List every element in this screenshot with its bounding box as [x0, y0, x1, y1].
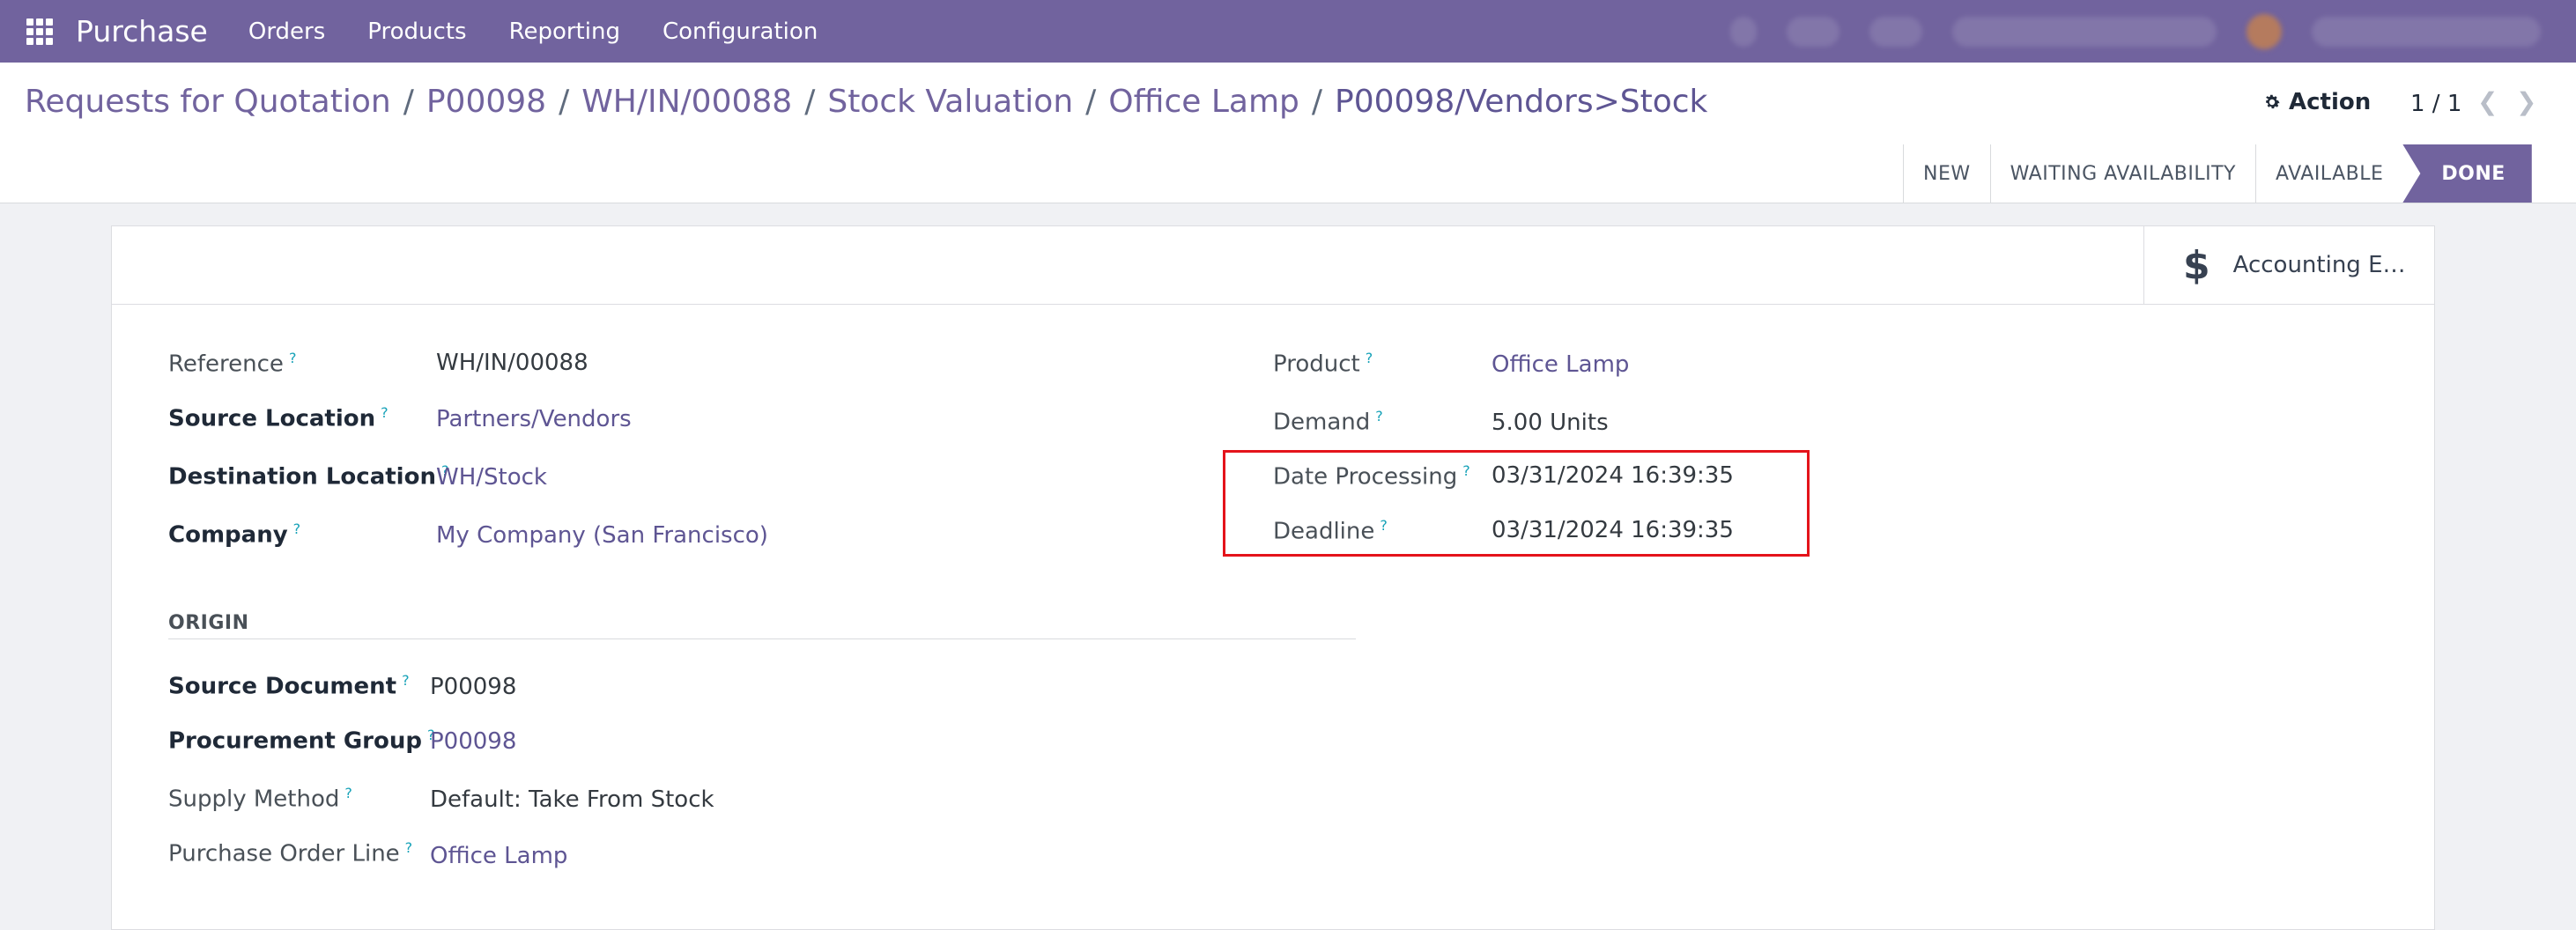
destination-location-value[interactable]: WH/Stock — [436, 464, 547, 491]
help-tooltip-icon[interactable]: ? — [1375, 408, 1383, 424]
label-text: Reference — [168, 351, 284, 378]
pager-value[interactable]: 1 / 1 — [2410, 91, 2461, 117]
stage-new[interactable]: NEW — [1903, 144, 1990, 203]
source-location-value[interactable]: Partners/Vendors — [436, 406, 632, 432]
product-label: Product? — [1273, 350, 1373, 378]
breadcrumb-current: P00098/Vendors>Stock — [1335, 84, 1708, 120]
avatar[interactable] — [2247, 13, 2282, 49]
demand-unit: Units — [1550, 410, 1609, 436]
label-text: Source Location — [168, 405, 376, 432]
menu-configuration[interactable]: Configuration — [663, 18, 818, 45]
help-tooltip-icon[interactable]: ? — [405, 839, 413, 856]
stage-done[interactable]: DONE — [2402, 144, 2532, 203]
pager-previous-icon[interactable]: ❮ — [2477, 87, 2498, 116]
supply-method-value: Default: Take From Stock — [430, 786, 714, 813]
label-text: Destination Location — [168, 463, 436, 491]
breadcrumb-separator: / — [1085, 84, 1097, 120]
stage-waiting-availability[interactable]: WAITING AVAILABILITY — [1989, 144, 2255, 203]
breadcrumb: Requests for Quotation / P00098 / WH/IN/0008… — [25, 84, 1707, 120]
breadcrumb-item[interactable]: Requests for Quotation — [25, 84, 391, 120]
menu-reporting[interactable]: Reporting — [509, 18, 620, 45]
company-switcher[interactable] — [1952, 16, 2217, 47]
company-label: Company? — [168, 520, 300, 549]
systray-item[interactable] — [1787, 16, 1839, 47]
reference-label: Reference? — [168, 350, 296, 378]
action-button[interactable]: Action — [2262, 89, 2371, 115]
source-document-value: P00098 — [430, 674, 517, 700]
breadcrumb-item[interactable]: Stock Valuation — [827, 84, 1073, 120]
menu-products[interactable]: Products — [367, 18, 466, 45]
supply-method-label: Supply Method? — [168, 785, 352, 813]
systray-item[interactable] — [1730, 16, 1757, 47]
help-tooltip-icon[interactable]: ? — [344, 785, 352, 801]
product-value[interactable]: Office Lamp — [1492, 351, 1629, 378]
label-text: Company — [168, 521, 288, 549]
button-box: $ Accounting E… — [112, 226, 2434, 305]
label-text: Product — [1273, 351, 1360, 378]
purchase-order-line-value[interactable]: Office Lamp — [430, 843, 567, 869]
control-panel: Requests for Quotation / P00098 / WH/IN/0008… — [0, 63, 2576, 145]
demand-label: Demand? — [1273, 408, 1383, 436]
dollar-icon: $ — [2183, 242, 2210, 288]
origin-divider — [168, 638, 1356, 639]
form-sheet: $ Accounting E… Reference? WH/IN/00088 S… — [111, 225, 2435, 930]
breadcrumb-separator: / — [559, 84, 570, 120]
label-text: Demand — [1273, 409, 1371, 436]
procurement-group-label: Procurement Group? — [168, 727, 434, 755]
procurement-group-value[interactable]: P00098 — [430, 728, 516, 755]
breadcrumb-separator: / — [1311, 84, 1322, 120]
breadcrumb-item[interactable]: Office Lamp — [1108, 84, 1299, 120]
label-text: Procurement Group — [168, 727, 422, 755]
source-location-label: Source Location? — [168, 404, 389, 432]
apps-menu-icon[interactable] — [26, 18, 53, 45]
highlight-box — [1223, 450, 1810, 557]
breadcrumb-item[interactable]: P00098 — [426, 84, 546, 120]
pager-next-icon[interactable]: ❯ — [2516, 87, 2536, 116]
help-tooltip-icon[interactable]: ? — [402, 672, 410, 689]
top-navbar: Purchase Orders Products Reporting Confi… — [0, 0, 2576, 63]
company-value[interactable]: My Company (San Francisco) — [436, 522, 768, 549]
systray — [1730, 0, 2541, 63]
app-name[interactable]: Purchase — [76, 14, 208, 48]
breadcrumb-item[interactable]: WH/IN/00088 — [581, 84, 792, 120]
destination-location-label: Destination Location? — [168, 462, 448, 491]
accounting-entries-button[interactable]: $ Accounting E… — [2143, 226, 2434, 304]
origin-group-title: ORIGIN — [168, 612, 249, 634]
reference-value: WH/IN/00088 — [436, 350, 588, 376]
breadcrumb-separator: / — [804, 84, 816, 120]
demand-value: 5.00 Units — [1492, 410, 1609, 436]
help-tooltip-icon[interactable]: ? — [381, 404, 389, 421]
source-document-label: Source Document? — [168, 672, 410, 700]
systray-item[interactable] — [1869, 16, 1922, 47]
label-text: Supply Method — [168, 786, 340, 813]
breadcrumb-separator: / — [403, 84, 414, 120]
stage-available[interactable]: AVAILABLE — [2254, 144, 2402, 203]
gear-icon — [2266, 94, 2280, 109]
demand-quantity: 5.00 — [1492, 410, 1543, 436]
purchase-order-line-label: Purchase Order Line? — [168, 839, 412, 867]
label-text: Purchase Order Line — [168, 840, 400, 867]
user-menu[interactable] — [2312, 16, 2541, 47]
label-text: Source Document — [168, 673, 397, 700]
smart-button-label: Accounting E… — [2232, 252, 2406, 278]
action-label: Action — [2289, 89, 2372, 115]
help-tooltip-icon[interactable]: ? — [289, 350, 297, 366]
help-tooltip-icon[interactable]: ? — [293, 520, 301, 537]
menu-orders[interactable]: Orders — [248, 18, 325, 45]
stage-pipeline: NEW WAITING AVAILABILITY AVAILABLE DONE — [1903, 144, 2532, 203]
help-tooltip-icon[interactable]: ? — [1366, 350, 1373, 366]
status-bar: NEW WAITING AVAILABILITY AVAILABLE DONE — [0, 144, 2576, 203]
